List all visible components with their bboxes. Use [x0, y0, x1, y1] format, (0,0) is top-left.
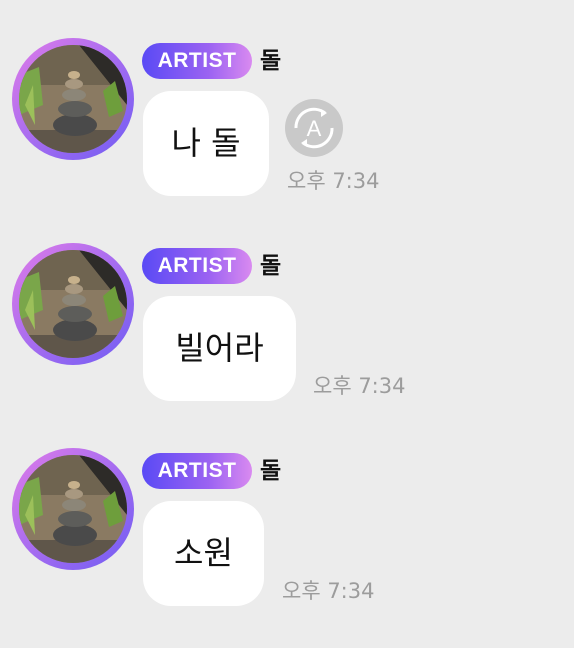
- stone-stack-avatar-image: [19, 45, 127, 153]
- auto-translate-icon: A: [294, 107, 334, 149]
- chat-feed: ARTIST 돌 나 돌 A 오후 7:34 ARTIST 돌 빌어라 오후 7…: [0, 0, 574, 648]
- sender-name[interactable]: 돌: [260, 251, 281, 281]
- artist-badge: ARTIST: [142, 43, 252, 79]
- sender-name[interactable]: 돌: [260, 456, 281, 486]
- translate-glyph: A: [307, 116, 322, 141]
- message-time: 오후 7:34: [313, 374, 406, 398]
- chat-message: ARTIST 돌 소원 오후 7:34: [0, 448, 574, 618]
- sender-name[interactable]: 돌: [260, 46, 281, 76]
- stone-stack-avatar-image: [19, 250, 127, 358]
- chat-message: ARTIST 돌 빌어라 오후 7:34: [0, 243, 574, 413]
- avatar[interactable]: [12, 38, 134, 160]
- message-bubble[interactable]: 나 돌: [143, 91, 269, 196]
- auto-translate-button[interactable]: A: [285, 99, 343, 157]
- artist-badge: ARTIST: [142, 453, 252, 489]
- stone-stack-avatar-image: [19, 455, 127, 563]
- avatar[interactable]: [12, 448, 134, 570]
- message-time: 오후 7:34: [287, 169, 380, 193]
- message-time: 오후 7:34: [282, 579, 375, 603]
- chat-message: ARTIST 돌 나 돌 A 오후 7:34: [0, 38, 574, 208]
- message-bubble[interactable]: 빌어라: [143, 296, 296, 401]
- message-bubble[interactable]: 소원: [143, 501, 264, 606]
- avatar[interactable]: [12, 243, 134, 365]
- artist-badge: ARTIST: [142, 248, 252, 284]
